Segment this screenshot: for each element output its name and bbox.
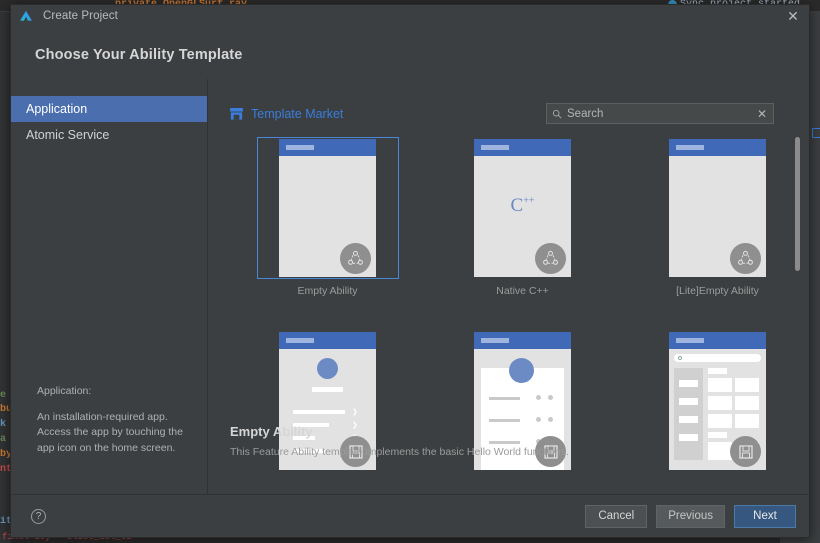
content-split: Application Atomic Service Application: … (11, 79, 809, 494)
grid-tile (735, 396, 759, 410)
category-list: Application Atomic Service (11, 96, 207, 148)
template-card-empty-ability[interactable]: Empty Ability (230, 137, 425, 297)
scrollbar-thumb[interactable] (795, 137, 800, 271)
store-icon (230, 108, 243, 120)
deveco-logo-icon (20, 10, 32, 21)
thumb-titlebar (669, 139, 766, 156)
category-pane: Application Atomic Service Application: … (11, 79, 208, 494)
dot (536, 395, 541, 400)
card-thumbnail (669, 139, 766, 277)
templates-scrollbar[interactable] (794, 137, 801, 404)
thumb-titlebar (279, 332, 376, 349)
thumb-titlebar (669, 332, 766, 349)
checkbox-icon (812, 128, 820, 138)
selected-template-description: This Feature Ability template implements… (230, 446, 569, 458)
placeholder-bar (679, 416, 698, 423)
template-card-label: [Lite]Empty Ability (676, 285, 759, 297)
dialog-title: Create Project (43, 10, 118, 22)
create-project-dialog: Create Project ✕ Choose Your Ability Tem… (10, 4, 810, 538)
selected-template-name: Empty Ability (230, 424, 313, 439)
search-icon (678, 356, 682, 360)
template-card-native-cpp[interactable]: C++ Native C++ (425, 137, 620, 297)
placeholder-bar (489, 397, 520, 400)
category-item-label: Application (26, 102, 88, 116)
help-icon[interactable]: ? (31, 508, 46, 524)
search-icon (552, 109, 562, 118)
clear-search-icon[interactable]: ✕ (756, 108, 768, 120)
card-frame (256, 137, 399, 279)
ability-badge-icon (535, 243, 566, 274)
template-market-label: Template Market (251, 107, 344, 121)
search-box[interactable]: ✕ (546, 103, 774, 124)
cpp-logo-icon: C++ (510, 195, 535, 216)
page-title: Choose Your Ability Template (35, 47, 243, 63)
ability-badge-icon (340, 243, 371, 274)
thumb-titlebar (474, 332, 571, 349)
category-item-atomic-service[interactable]: Atomic Service (11, 122, 207, 148)
card-thumbnail (279, 139, 376, 277)
template-card-lite-empty-ability[interactable]: [Lite]Empty Ability (620, 137, 809, 297)
avatar (509, 358, 534, 383)
template-card-label: Native C++ (496, 285, 549, 297)
search-bar-placeholder (674, 354, 761, 362)
card-frame: C++ (452, 137, 594, 279)
placeholder-bar (679, 380, 698, 387)
next-button[interactable]: Next (734, 504, 796, 528)
template-market-link[interactable]: Template Market (230, 107, 343, 121)
template-row: Empty Ability C++ Native C++ [Lite]Empty… (230, 137, 787, 297)
grid-tile (708, 396, 732, 410)
category-description-body: An installation-required app. Access the… (37, 411, 183, 454)
dot (548, 395, 553, 400)
placeholder-bar (293, 410, 345, 414)
previous-button[interactable]: Previous (656, 504, 725, 528)
selected-template-info: Empty Ability This Feature Ability templ… (230, 424, 787, 458)
dialog-titlebar: Create Project ✕ (11, 5, 809, 27)
chevron-right-icon: ❯ (352, 409, 358, 416)
template-grid: Empty Ability C++ Native C++ [Lite]Empty… (230, 137, 787, 470)
avatar (317, 358, 338, 379)
card-thumbnail: C++ (474, 139, 571, 277)
placeholder-bar (489, 419, 520, 422)
grid-tile (735, 378, 759, 392)
placeholder-bar (312, 387, 343, 392)
grid-tile (708, 378, 732, 392)
placeholder-bar (679, 398, 698, 405)
category-item-application[interactable]: Application (11, 96, 207, 122)
thumb-titlebar (279, 139, 376, 156)
ability-badge-icon (730, 243, 761, 274)
search-input[interactable] (567, 107, 756, 120)
dialog-footer: ? Cancel Previous Next (11, 494, 809, 537)
thumb-titlebar (474, 139, 571, 156)
cancel-button[interactable]: Cancel (585, 504, 648, 528)
category-description: Application: An installation-required ap… (37, 384, 193, 456)
dot (536, 417, 541, 422)
footer-actions: Cancel Previous Next (585, 504, 796, 528)
close-icon[interactable]: ✕ (785, 8, 801, 24)
templates-pane: Template Market ✕ (208, 79, 809, 494)
placeholder-bar (708, 368, 727, 374)
category-item-label: Atomic Service (26, 128, 110, 142)
category-description-title: Application: (37, 385, 92, 397)
template-card-label: Empty Ability (297, 285, 358, 297)
card-frame (647, 137, 789, 279)
dialog-body: Choose Your Ability Template Application… (11, 27, 809, 537)
dot (548, 417, 553, 422)
